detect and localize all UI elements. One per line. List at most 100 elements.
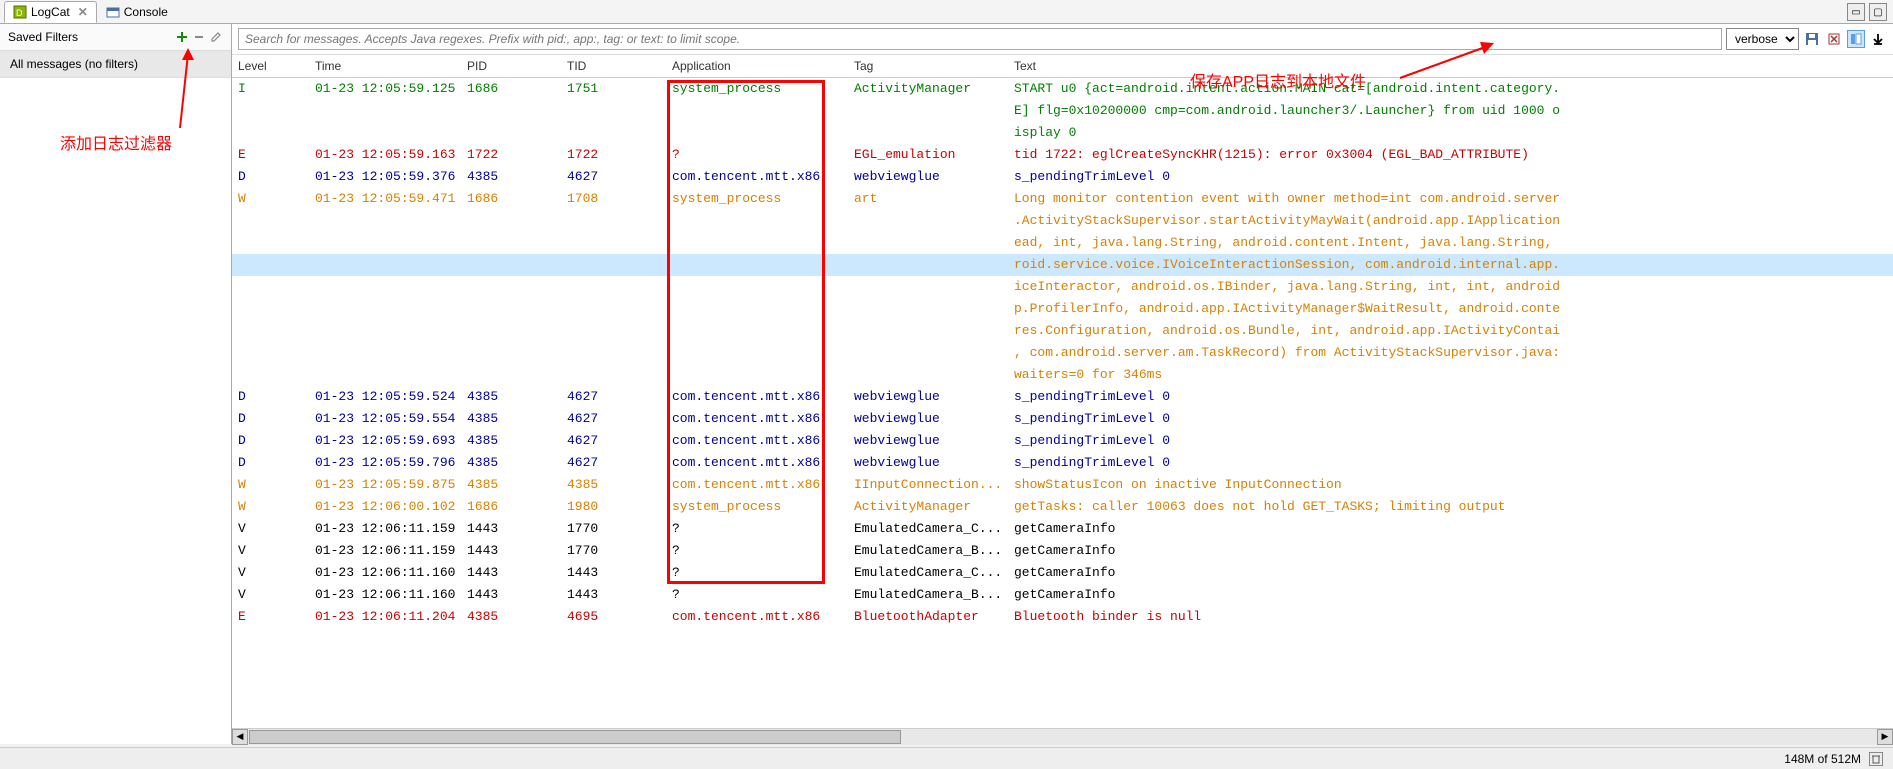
log-row[interactable]: D01-23 12:05:59.37643854627com.tencent.m… <box>232 166 1893 188</box>
cell-tag <box>854 365 1014 385</box>
cell-tid <box>567 123 672 143</box>
col-header-level[interactable]: Level <box>238 59 315 73</box>
cell-level: W <box>238 497 315 517</box>
log-row[interactable]: V01-23 12:06:11.16014431443?EmulatedCame… <box>232 584 1893 606</box>
cell-pid: 4385 <box>467 409 567 429</box>
cell-tid: 4627 <box>567 453 672 473</box>
scroll-right-button[interactable]: ▶ <box>1877 729 1893 745</box>
scroll-thumb[interactable] <box>249 730 901 744</box>
log-row[interactable]: , com.android.server.am.TaskRecord) from… <box>232 342 1893 364</box>
cell-time: 01-23 12:05:59.163 <box>315 145 467 165</box>
cell-level: D <box>238 387 315 407</box>
log-row[interactable]: I01-23 12:05:59.12516861751system_proces… <box>232 78 1893 100</box>
cell-app: com.tencent.mtt.x86 <box>672 167 854 187</box>
log-row[interactable]: E01-23 12:06:11.20443854695com.tencent.m… <box>232 606 1893 628</box>
cell-tid: 1708 <box>567 189 672 209</box>
log-row[interactable]: D01-23 12:05:59.52443854627com.tencent.m… <box>232 386 1893 408</box>
cell-level: D <box>238 431 315 451</box>
cell-app: system_process <box>672 79 854 99</box>
log-row[interactable]: V01-23 12:06:11.16014431443?EmulatedCame… <box>232 562 1893 584</box>
log-row[interactable]: waiters=0 for 346ms <box>232 364 1893 386</box>
search-bar: verbose <box>232 24 1893 55</box>
cell-time <box>315 255 467 275</box>
log-row[interactable]: isplay 0 <box>232 122 1893 144</box>
cell-time: 01-23 12:06:00.102 <box>315 497 467 517</box>
save-log-icon[interactable] <box>1803 30 1821 48</box>
log-row[interactable]: .ActivityStackSupervisor.startActivityMa… <box>232 210 1893 232</box>
col-header-tag[interactable]: Tag <box>854 59 1014 73</box>
log-level-select[interactable]: verbose <box>1726 28 1799 50</box>
display-view-icon[interactable] <box>1847 30 1865 48</box>
log-row[interactable]: E01-23 12:05:59.16317221722?EGL_emulatio… <box>232 144 1893 166</box>
log-row[interactable]: p.ProfilerInfo, android.app.IActivityMan… <box>232 298 1893 320</box>
col-header-time[interactable]: Time <box>315 59 467 73</box>
cell-time <box>315 365 467 385</box>
cell-tid: 1751 <box>567 79 672 99</box>
cell-tid: 1443 <box>567 585 672 605</box>
maximize-button[interactable]: ▢ <box>1869 3 1887 21</box>
log-row[interactable]: W01-23 12:05:59.87543854385com.tencent.m… <box>232 474 1893 496</box>
console-icon <box>106 5 120 19</box>
status-bar: 148M of 512M <box>0 747 1893 769</box>
close-icon[interactable]: ✕ <box>78 5 88 19</box>
cell-app <box>672 321 854 341</box>
cell-text: Long monitor contention event with owner… <box>1014 189 1887 209</box>
cell-level <box>238 255 315 275</box>
log-row[interactable]: res.Configuration, android.os.Bundle, in… <box>232 320 1893 342</box>
log-row[interactable]: V01-23 12:06:11.15914431770?EmulatedCame… <box>232 518 1893 540</box>
cell-pid <box>467 277 567 297</box>
cell-text: getTasks: caller 10063 does not hold GET… <box>1014 497 1887 517</box>
cell-tid <box>567 365 672 385</box>
cell-tag <box>854 233 1014 253</box>
log-row[interactable]: D01-23 12:05:59.55443854627com.tencent.m… <box>232 408 1893 430</box>
log-row[interactable]: E] flg=0x10200000 cmp=com.android.launch… <box>232 100 1893 122</box>
col-header-text[interactable]: Text <box>1014 59 1887 73</box>
cell-tag: EGL_emulation <box>854 145 1014 165</box>
saved-filters-panel: Saved Filters All messages (no filters) <box>0 24 232 744</box>
cell-tag <box>854 299 1014 319</box>
sidebar-title: Saved Filters <box>8 30 78 44</box>
cell-app: system_process <box>672 497 854 517</box>
log-row[interactable]: roid.service.voice.IVoiceInteractionSess… <box>232 254 1893 276</box>
gc-icon[interactable] <box>1869 752 1883 766</box>
log-row[interactable]: W01-23 12:06:00.10216861980system_proces… <box>232 496 1893 518</box>
cell-app <box>672 299 854 319</box>
scroll-track[interactable] <box>248 729 1877 745</box>
cell-text: tid 1722: eglCreateSyncKHR(1215): error … <box>1014 145 1887 165</box>
add-filter-icon[interactable] <box>175 30 189 44</box>
col-header-tid[interactable]: TID <box>567 59 672 73</box>
cell-time: 01-23 12:05:59.554 <box>315 409 467 429</box>
edit-filter-icon[interactable] <box>209 30 223 44</box>
heap-status: 148M of 512M <box>1784 752 1861 766</box>
cell-tid <box>567 233 672 253</box>
log-row[interactable]: V01-23 12:06:11.15914431770?EmulatedCame… <box>232 540 1893 562</box>
col-header-pid[interactable]: PID <box>467 59 567 73</box>
scroll-left-button[interactable]: ◀ <box>232 729 248 745</box>
search-input[interactable] <box>238 28 1722 50</box>
scroll-lock-icon[interactable] <box>1869 30 1887 48</box>
log-row[interactable]: D01-23 12:05:59.69343854627com.tencent.m… <box>232 430 1893 452</box>
tab-console[interactable]: Console <box>97 1 177 23</box>
cell-text: isplay 0 <box>1014 123 1887 143</box>
cell-tid: 4627 <box>567 409 672 429</box>
filter-all-messages[interactable]: All messages (no filters) <box>0 51 231 78</box>
cell-text: Bluetooth binder is null <box>1014 607 1887 627</box>
col-header-app[interactable]: Application <box>672 59 854 73</box>
log-row[interactable]: ead, int, java.lang.String, android.cont… <box>232 232 1893 254</box>
log-table-body[interactable]: I01-23 12:05:59.12516861751system_proces… <box>232 78 1893 728</box>
cell-level: D <box>238 409 315 429</box>
cell-level: W <box>238 189 315 209</box>
minimize-button[interactable]: ▭ <box>1847 3 1865 21</box>
log-row[interactable]: D01-23 12:05:59.79643854627com.tencent.m… <box>232 452 1893 474</box>
view-toolbar: ▭ ▢ <box>1847 3 1887 21</box>
cell-text: getCameraInfo <box>1014 563 1887 583</box>
clear-log-icon[interactable] <box>1825 30 1843 48</box>
log-row[interactable]: W01-23 12:05:59.47116861708system_proces… <box>232 188 1893 210</box>
log-row[interactable]: iceInteractor, android.os.IBinder, java.… <box>232 276 1893 298</box>
tab-logcat[interactable]: D LogCat ✕ <box>4 1 97 23</box>
cell-tag: webviewglue <box>854 409 1014 429</box>
horizontal-scrollbar[interactable]: ◀ ▶ <box>232 728 1893 744</box>
cell-level <box>238 343 315 363</box>
cell-text: E] flg=0x10200000 cmp=com.android.launch… <box>1014 101 1887 121</box>
remove-filter-icon[interactable] <box>192 30 206 44</box>
